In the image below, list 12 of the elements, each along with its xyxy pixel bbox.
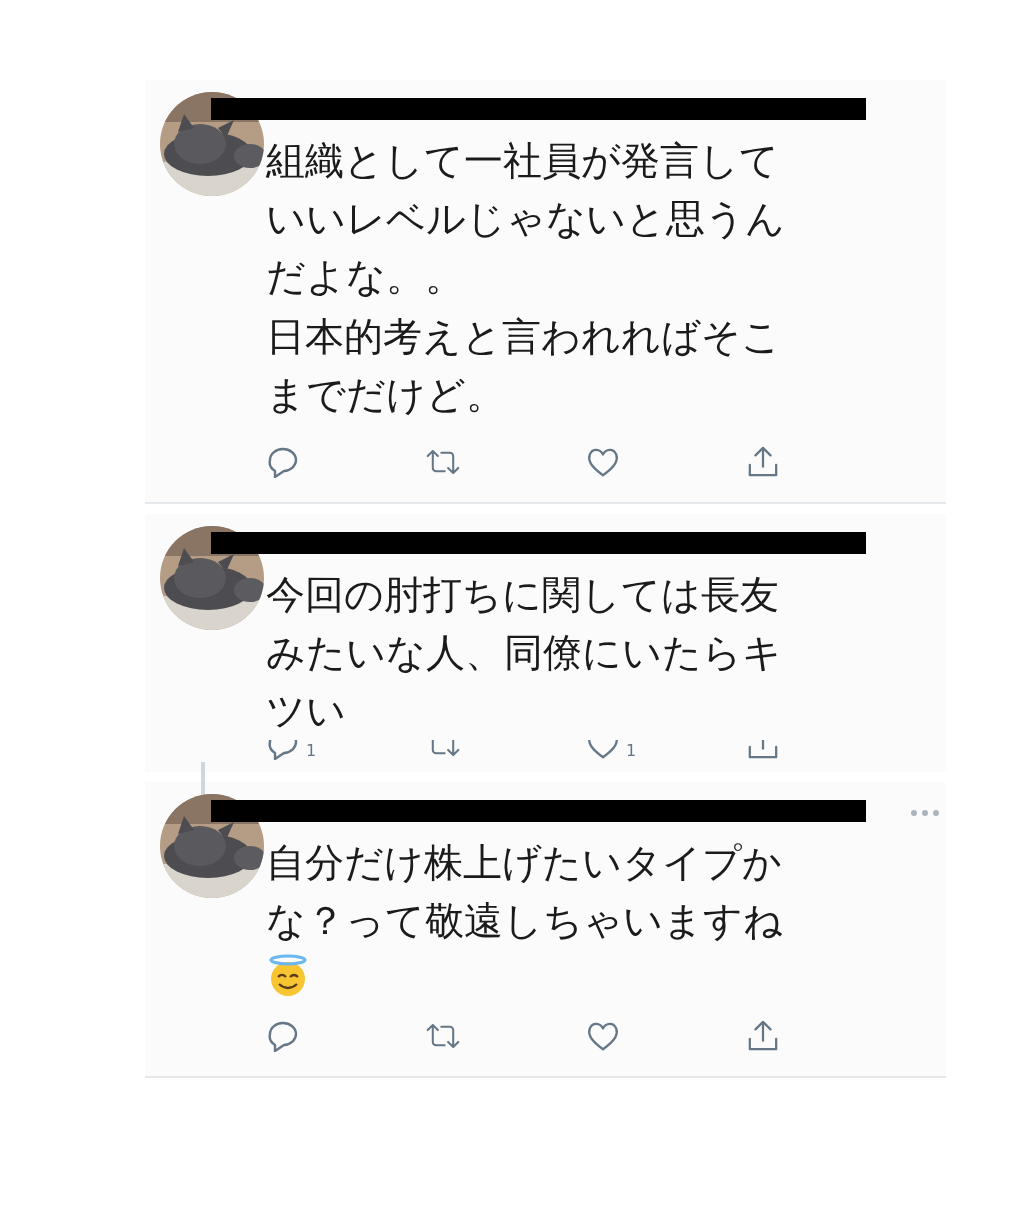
heart-icon[interactable] <box>586 1020 620 1052</box>
like-count: 1 <box>626 742 637 760</box>
share-icon[interactable] <box>746 1020 780 1052</box>
tweet-text: 自分だけ株上げたいタイプかな？って敬遠しちゃいますね <box>266 839 784 945</box>
tweet-text: 日本的考えと言われればそこまでだけど。 <box>266 313 782 419</box>
share-icon[interactable] <box>746 446 780 478</box>
reply-icon[interactable] <box>266 1020 300 1052</box>
tweet-text: 今回の肘打ちに関しては長友みたいな人、同僚にいたらキツい <box>266 571 783 735</box>
reply-icon[interactable] <box>266 446 300 478</box>
heart-icon[interactable] <box>586 446 620 478</box>
tweet-text: 組織として一社員が発言していいレベルじゃないと思うんだよな。。 <box>266 137 786 301</box>
reply-count: 1 <box>306 742 317 760</box>
